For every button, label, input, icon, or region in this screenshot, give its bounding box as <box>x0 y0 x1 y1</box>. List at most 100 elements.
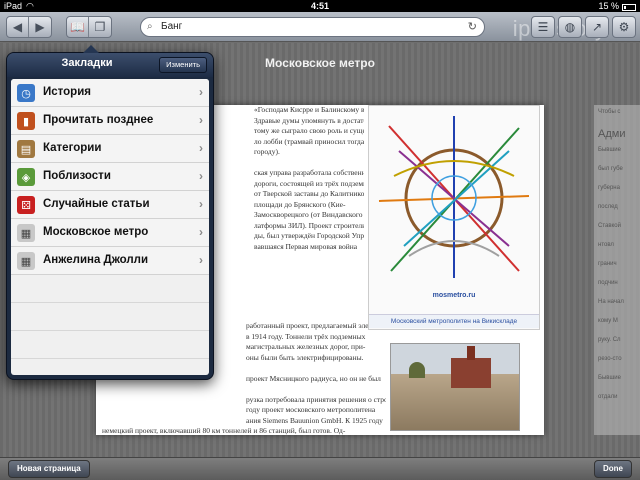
new-page-button[interactable]: Новая страница <box>8 460 90 478</box>
article-text: «Господам Кисрре и Балинскому в их Здравы… <box>254 105 364 252</box>
battery-percent: 15 % <box>598 1 619 11</box>
text-line <box>254 158 364 169</box>
metro-map-image <box>378 116 530 278</box>
preview-text-line: Бывшие <box>598 375 621 381</box>
preview-text-line: руку. Сл <box>598 337 621 343</box>
bookmark-item[interactable]: ▦ Московское метро › <box>11 219 209 247</box>
figure-url[interactable]: mosmetro.ru <box>369 292 539 299</box>
text-line: году проект московского метрополитена <box>246 405 376 414</box>
bookmarks-popover: Закладки Изменить ◷ История › ▮ Прочитать по… <box>6 45 214 380</box>
text-line: ды, был утверждён Городской Управой. <box>254 231 364 240</box>
nav-segment: ◀ ▶ <box>6 16 52 38</box>
text-line: ания Siemens Bauunion GmbH. К 1925 году <box>246 415 383 425</box>
chevron-right-icon: › <box>199 253 203 267</box>
popover-title: Закладки <box>61 57 113 69</box>
text-line: площади до Брянского (Кие- <box>254 199 346 209</box>
preview-text-line: резо-сто <box>598 356 622 362</box>
dome-shape <box>409 362 425 378</box>
forward-arrow-icon[interactable]: ▶ <box>29 17 51 37</box>
search-input[interactable]: ⌕ Банг ↻ <box>140 17 485 37</box>
edit-button[interactable]: Изменить <box>159 57 207 73</box>
bookmark-item[interactable]: ▦ Анжелина Джолли › <box>11 247 209 275</box>
bookmark-item[interactable]: ⚄ Случайные статьи › <box>11 191 209 219</box>
language-button[interactable]: ◍ <box>558 16 582 38</box>
popover-header: Закладки Изменить <box>7 53 213 77</box>
text-line: немецкий проект, включавший 80 км тоннел… <box>102 426 346 435</box>
share-icon: ↗ <box>591 20 603 34</box>
battery-icon <box>622 3 636 11</box>
preview-text-line: отдали <box>598 394 618 400</box>
chevron-right-icon: › <box>199 141 203 155</box>
search-icon: ⌕ <box>147 21 153 32</box>
preview-text-line: Ставкой <box>598 223 621 229</box>
bookmark-item[interactable]: ▤ Категории › <box>11 135 209 163</box>
done-button[interactable]: Done <box>594 460 632 478</box>
book-icon: ▮ <box>17 112 35 130</box>
text-line: Здравые думы упомянуть в достаточной <box>254 115 364 125</box>
search-text: Банг <box>161 21 183 32</box>
preview-text-line: подчин <box>598 280 618 286</box>
globe-icon: ◍ <box>564 20 576 34</box>
text-line: вавшаяся Первая мировая война <box>254 241 358 251</box>
preview-text-line: нтовл <box>598 242 614 248</box>
bookmark-segment: 📖 ❐ <box>66 16 112 38</box>
text-line: «Господам Кисрре и Балинскому в их <box>254 105 364 114</box>
text-line: ло лобби (трамвай приносил тогда значи- <box>254 136 364 146</box>
contents-button[interactable]: ☰ <box>531 16 555 38</box>
back-arrow-icon[interactable]: ◀ <box>7 17 29 37</box>
bookmark-item-label: История <box>43 86 91 98</box>
gear-icon: ⚙ <box>618 20 630 34</box>
clock-icon: ◷ <box>17 84 35 102</box>
bookmark-item[interactable]: ◈ Поблизости › <box>11 163 209 191</box>
preview-text-line: послед <box>598 204 618 210</box>
kremlin-shape <box>451 358 491 388</box>
bookmark-item[interactable]: ◷ История › <box>11 79 209 107</box>
bookmark-item[interactable]: ▮ Прочитать позднее › <box>11 107 209 135</box>
document-icon: ▦ <box>17 224 35 242</box>
right-buttons: ☰ ◍ ↗ ⚙ <box>531 16 636 38</box>
preview-text-line: был губе <box>598 166 623 172</box>
bookmark-item-label: Московское метро <box>43 226 149 238</box>
bookmarks-button[interactable]: 📖 <box>67 17 89 37</box>
folder-icon: ▤ <box>17 140 35 158</box>
preview-text-line: На начал <box>598 299 624 305</box>
moscow-painting-image[interactable] <box>390 343 520 431</box>
list-icon: ☰ <box>537 20 549 34</box>
preview-text-line: Чтобы с <box>598 109 621 115</box>
document-icon: ▦ <box>17 252 35 270</box>
text-line: рузка потребовала принятия решения о стр… <box>246 394 386 404</box>
preview-text-line: Бывшие <box>598 147 621 153</box>
figure-caption[interactable]: Московский метрополитен на Викискладе <box>369 314 539 328</box>
bookmark-item-label: Прочитать позднее <box>43 114 154 126</box>
metro-map-figure[interactable]: mosmetro.ru Московский метрополитен на В… <box>368 105 540 330</box>
pages-icon: ❐ <box>94 20 106 34</box>
map-icon: ◈ <box>17 168 35 186</box>
text-line: ская управа разработала собственный <box>254 168 364 177</box>
chevron-right-icon: › <box>199 113 203 127</box>
preview-text-line: гранич <box>598 261 617 267</box>
text-line: Замоскворецкого (от Виндавского (Риж- <box>254 210 364 219</box>
settings-button[interactable]: ⚙ <box>612 16 636 38</box>
share-button[interactable]: ↗ <box>585 16 609 38</box>
text-line: от Тверской заставы до Калитников; <box>254 189 364 198</box>
reload-icon[interactable]: ↻ <box>468 18 477 36</box>
bookmark-item-label: Случайные статьи <box>43 198 150 210</box>
bottom-bar: Новая страница Done <box>0 457 640 480</box>
bookmark-item-label: Поблизости <box>43 170 111 182</box>
preview-text-line: кому М <box>598 318 618 324</box>
status-bar: iPad ◠ 4:51 15 % <box>0 0 640 12</box>
text-line: городу). <box>254 147 280 156</box>
bookmark-item-label: Анжелина Джолли <box>43 254 149 266</box>
text-line: тому же сыграло свою роль и существова- <box>254 126 364 135</box>
text-line: латформы ЗИЛ). Проект строительства, <box>254 220 364 230</box>
next-page-preview[interactable]: Чтобы с Адми Бывшие был губе губерна послед Ст… <box>594 105 640 435</box>
pages-button[interactable]: ❐ <box>89 17 111 37</box>
chevron-right-icon: › <box>199 85 203 99</box>
page-title: Московское метро <box>265 56 375 70</box>
dice-icon: ⚄ <box>17 196 35 214</box>
tower-shape <box>467 346 475 360</box>
preview-text-line: губерна <box>598 185 620 191</box>
bookmarks-list: ◷ История › ▮ Прочитать позднее › ▤ Категории › ◈… <box>11 79 209 375</box>
text-line <box>96 384 386 395</box>
chevron-right-icon: › <box>199 169 203 183</box>
